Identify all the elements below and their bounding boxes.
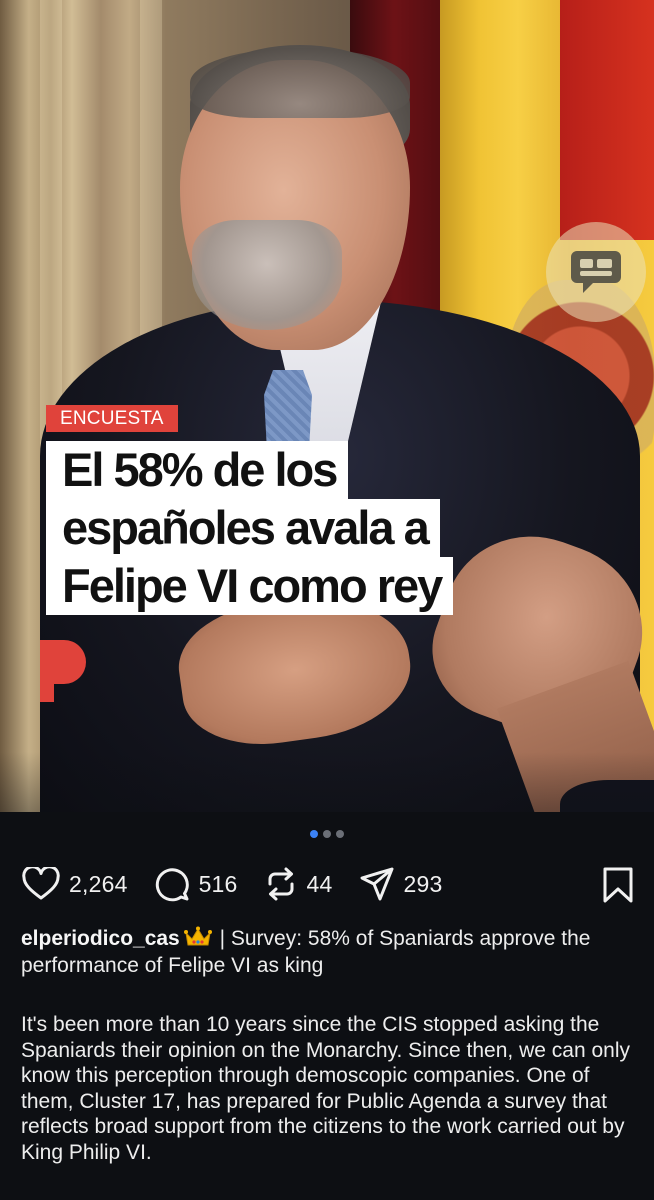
post-caption: elperiodico_cas | Survey: 58% of Spaniar… <box>21 925 636 979</box>
like-button[interactable]: 2,264 <box>22 867 128 901</box>
post-body-text: It's been more than 10 years since the C… <box>21 1013 630 1164</box>
category-tag: ENCUESTA <box>46 405 178 432</box>
carousel-dot-active[interactable] <box>310 830 318 838</box>
action-bar: 2,264 516 44 293 <box>22 862 634 906</box>
username-link[interactable]: elperiodico_cas <box>21 927 180 950</box>
el-periodico-p-logo <box>40 640 86 702</box>
share-count: 293 <box>403 870 443 897</box>
headline-line: El 58% de los <box>46 441 349 499</box>
image-headline: El 58% de los españoles avala a Felipe V… <box>46 441 454 615</box>
headline-line: españoles avala a <box>46 499 440 557</box>
carousel-dot[interactable] <box>323 830 331 838</box>
image-fade <box>0 752 654 812</box>
bookmark-icon <box>603 867 633 903</box>
bookmark-button[interactable] <box>602 867 634 908</box>
share-button[interactable]: 293 <box>359 866 443 902</box>
person-hair-top <box>190 48 410 118</box>
flag-red <box>560 0 654 240</box>
like-count: 2,264 <box>69 870 128 897</box>
carousel-dot[interactable] <box>336 830 344 838</box>
comment-button[interactable]: 516 <box>154 866 238 902</box>
headline-line: Felipe VI como rey <box>46 557 454 615</box>
repost-icon <box>268 867 294 901</box>
heart-icon <box>22 867 60 900</box>
speech-bubble-glyph <box>571 251 621 293</box>
comment-count: 516 <box>198 870 238 897</box>
carousel-indicator <box>0 830 654 838</box>
crown-emoji <box>183 926 212 946</box>
post-image[interactable]: ENCUESTA El 58% de los españoles avala a… <box>0 0 654 812</box>
person-beard <box>192 220 342 330</box>
comment-icon <box>155 868 189 902</box>
send-icon <box>360 867 394 901</box>
speech-bubble-icon[interactable] <box>546 222 646 322</box>
repost-button[interactable]: 44 <box>264 866 333 902</box>
repost-count: 44 <box>306 870 333 897</box>
